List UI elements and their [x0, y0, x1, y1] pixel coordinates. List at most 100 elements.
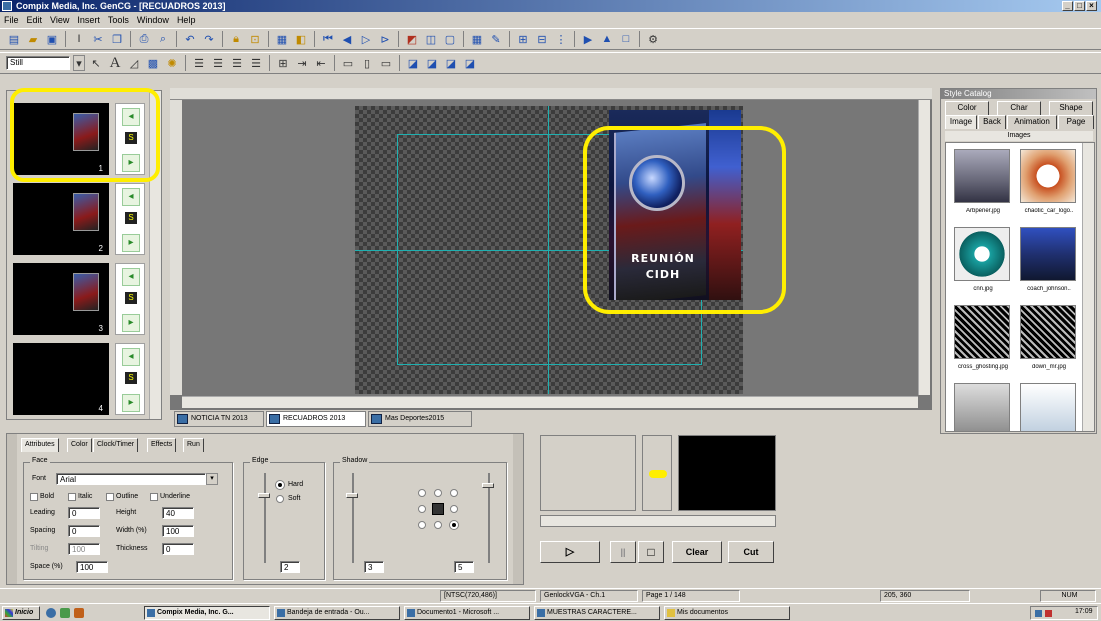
- text-tool-icon[interactable]: A: [107, 55, 123, 71]
- cut-button[interactable]: Cut: [728, 541, 774, 563]
- pause-button[interactable]: ||: [610, 541, 636, 563]
- image-item[interactable]: Arbpener.jpg: [954, 149, 1010, 214]
- tab-shape[interactable]: Shape: [1049, 101, 1093, 115]
- page-thumbnail[interactable]: 3: [13, 263, 109, 335]
- desktop-icon[interactable]: [60, 608, 70, 618]
- maximize-button[interactable]: □: [1074, 1, 1085, 11]
- lock-icon[interactable]: 🔒︎: [228, 31, 244, 47]
- cue-in-icon[interactable]: ◂: [122, 348, 140, 366]
- task-compix[interactable]: Compix Media, Inc. G...: [144, 606, 270, 620]
- tab-noticia-tn-2013[interactable]: NOTICIA TN 2013: [174, 411, 264, 427]
- align-right-icon[interactable]: ☰: [229, 55, 245, 71]
- indent-icon[interactable]: ⇥: [294, 55, 310, 71]
- image-item[interactable]: chaotic_car_logo..: [1020, 149, 1076, 214]
- browser-icon[interactable]: [46, 608, 56, 618]
- shadow-direction-radio[interactable]: [418, 521, 426, 529]
- first-page-icon[interactable]: ⏮: [320, 31, 336, 47]
- font-select[interactable]: Arial: [56, 473, 206, 485]
- grid-icon[interactable]: ▦: [469, 31, 485, 47]
- soft-radio[interactable]: [276, 495, 284, 503]
- style-icon[interactable]: ▩: [145, 55, 161, 71]
- group-icon[interactable]: ⊟: [534, 31, 550, 47]
- edge-value-field[interactable]: 2: [280, 561, 300, 573]
- undo-icon[interactable]: ↶: [182, 31, 198, 47]
- tilting-field[interactable]: 100: [68, 543, 100, 555]
- transition-indicator[interactable]: [649, 470, 667, 478]
- unlock-icon[interactable]: ⊡: [247, 31, 263, 47]
- tab-clock-timer[interactable]: Clock/Timer: [93, 438, 139, 452]
- shadow-direction-radio-selected[interactable]: [450, 521, 458, 529]
- menu-insert[interactable]: Insert: [77, 15, 100, 25]
- bold-checkbox[interactable]: [30, 493, 38, 501]
- dropdown-arrow-icon[interactable]: ▾: [73, 55, 85, 71]
- s-marker-icon[interactable]: S: [125, 292, 137, 304]
- task-outlook[interactable]: Bandeja de entrada - Ou...: [274, 606, 400, 620]
- leading-field[interactable]: 0: [68, 507, 100, 519]
- playback-scrollbar[interactable]: [540, 515, 776, 527]
- s-marker-icon[interactable]: S: [125, 372, 137, 384]
- justify-icon[interactable]: ☰: [248, 55, 264, 71]
- copy-icon[interactable]: ❐: [109, 31, 125, 47]
- menu-tools[interactable]: Tools: [108, 15, 129, 25]
- previous-page-icon[interactable]: ◀: [339, 31, 355, 47]
- s-marker-icon[interactable]: S: [125, 212, 137, 224]
- menu-window[interactable]: Window: [137, 15, 169, 25]
- panel-grip[interactable]: [7, 434, 17, 584]
- preview-icon[interactable]: ⌕: [155, 31, 171, 47]
- layer-3-icon[interactable]: ◪: [443, 55, 459, 71]
- shadow-direction-radio[interactable]: [450, 489, 458, 497]
- thickness-field[interactable]: 0: [162, 543, 194, 555]
- shadow-direction-radio[interactable]: [434, 521, 442, 529]
- tab-mas-deportes-2015[interactable]: Mas Deportes2015: [368, 411, 472, 427]
- layer-4-icon[interactable]: ◪: [462, 55, 478, 71]
- tab-effects[interactable]: Effects: [147, 438, 177, 452]
- panel-grip[interactable]: [513, 434, 523, 584]
- cue-in-icon[interactable]: ◂: [122, 188, 140, 206]
- shadow-opacity-thumb[interactable]: [482, 483, 494, 488]
- layer-2-icon[interactable]: ◪: [424, 55, 440, 71]
- frame-icon[interactable]: ▢: [442, 31, 458, 47]
- shadow-opacity-field[interactable]: 5: [454, 561, 474, 573]
- align-left-icon[interactable]: ☰: [191, 55, 207, 71]
- menu-help[interactable]: Help: [177, 15, 196, 25]
- image-item[interactable]: [954, 383, 1010, 431]
- task-word-2[interactable]: MUESTRAS CARACTERE...: [534, 606, 660, 620]
- cue-out-icon[interactable]: ▸: [122, 234, 140, 252]
- tray-icon[interactable]: [1045, 610, 1052, 617]
- line-tool-icon[interactable]: ◿: [126, 55, 142, 71]
- space-field[interactable]: 100: [76, 561, 108, 573]
- quicklaunch-icon[interactable]: [74, 608, 84, 618]
- cue-out-icon[interactable]: ▸: [122, 314, 140, 332]
- shadow-slider-thumb[interactable]: [346, 493, 358, 498]
- width-field[interactable]: 100: [162, 525, 194, 537]
- settings-icon[interactable]: ⚙: [645, 31, 661, 47]
- columns-icon[interactable]: ▯: [359, 55, 375, 71]
- underline-checkbox[interactable]: [150, 493, 158, 501]
- tab-char[interactable]: Char: [997, 101, 1041, 115]
- palette-icon[interactable]: ◧: [293, 31, 309, 47]
- cue-in-icon[interactable]: ◂: [122, 268, 140, 286]
- size-select[interactable]: Still: [6, 56, 70, 70]
- box-icon[interactable]: ▭: [340, 55, 356, 71]
- menu-file[interactable]: File: [4, 15, 19, 25]
- editor-horizontal-scrollbar[interactable]: [182, 396, 918, 408]
- minimize-button[interactable]: _: [1062, 1, 1073, 11]
- cut-icon[interactable]: ✂: [90, 31, 106, 47]
- close-button[interactable]: ×: [1086, 1, 1097, 11]
- stop-icon[interactable]: □: [618, 31, 634, 47]
- spacing-field[interactable]: 0: [68, 525, 100, 537]
- redo-icon[interactable]: ↷: [201, 31, 217, 47]
- play-icon[interactable]: ▶: [580, 31, 596, 47]
- distribute-icon[interactable]: ⋮: [553, 31, 569, 47]
- table-icon[interactable]: ⊞: [275, 55, 291, 71]
- page-thumbnail[interactable]: 4: [13, 343, 109, 415]
- image-item[interactable]: cnn.jpg: [954, 227, 1010, 292]
- height-field[interactable]: 40: [162, 507, 194, 519]
- layout-icon[interactable]: ▦: [274, 31, 290, 47]
- edge-slider-thumb[interactable]: [258, 493, 270, 498]
- image-item[interactable]: down_mr.jpg: [1020, 305, 1076, 370]
- hard-radio[interactable]: [276, 481, 284, 489]
- tab-image[interactable]: Image: [945, 115, 977, 129]
- cue-out-icon[interactable]: ▸: [122, 394, 140, 412]
- shadow-direction-radio[interactable]: [418, 489, 426, 497]
